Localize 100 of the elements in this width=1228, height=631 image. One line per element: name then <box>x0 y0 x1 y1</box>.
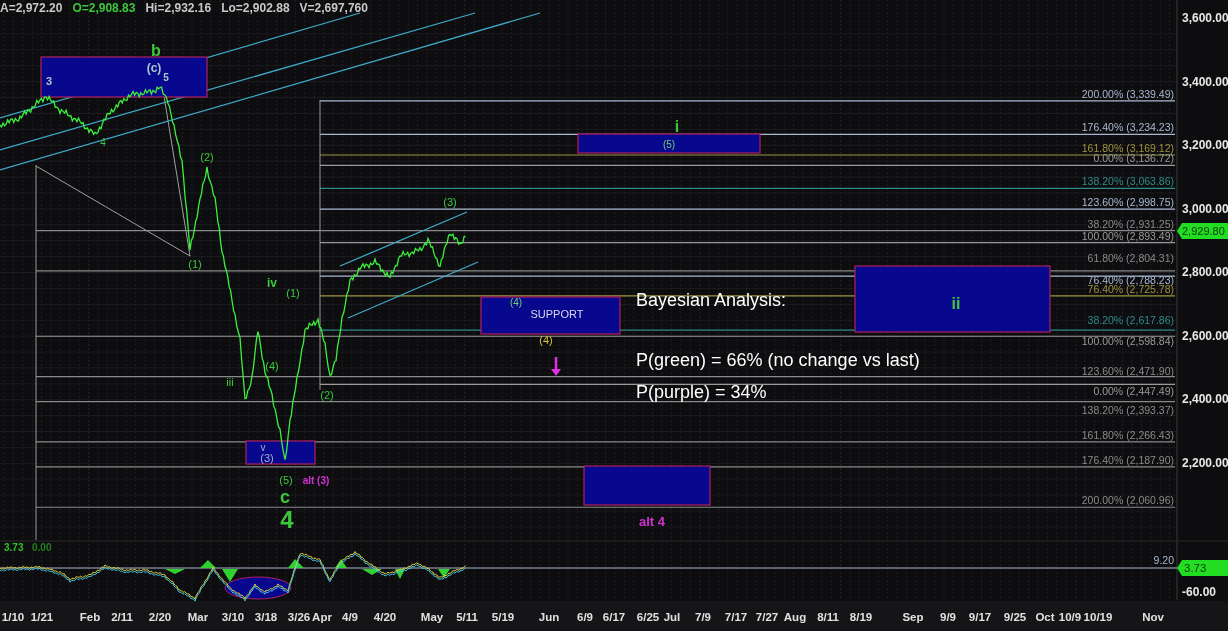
indicator-level-label: 9.20 <box>1153 554 1174 566</box>
wave-label: c <box>280 487 290 507</box>
level-label: 123.60% (2,471.90) <box>1081 364 1174 377</box>
wave-label: i <box>674 118 680 135</box>
wave-label: (3) <box>443 196 457 208</box>
quote-value: A=2,972.20 <box>0 1 63 15</box>
last-price-tag: 2,929.80 <box>1177 223 1228 240</box>
quote-value: Hi=2,932.16 <box>145 1 212 15</box>
zone-label: (5) <box>662 139 676 150</box>
time-axis-label: 9/25 <box>1003 611 1027 623</box>
level-label: 61.80% (2,804.31) <box>1087 251 1174 264</box>
time-axis-label: 6/17 <box>602 611 626 623</box>
wave-label: (5) <box>279 474 293 486</box>
quote-value: V=2,697,760 <box>299 1 368 15</box>
time-axis-label: 7/17 <box>724 611 748 623</box>
wave-label: 4 <box>100 137 106 148</box>
wave-label: (2) <box>320 389 334 401</box>
level-label: 0.00% (2,447.49) <box>1093 385 1174 398</box>
price-axis-label: 2,400.00 <box>1182 392 1228 407</box>
time-axis-label: 4/20 <box>373 611 397 623</box>
wave-label: 5 <box>163 72 169 83</box>
zone-label: ii <box>951 295 961 312</box>
time-axis-label: 7/9 <box>695 611 711 623</box>
time-axis-label: 6/25 <box>636 611 660 623</box>
wave-label: alt (3) <box>302 475 330 486</box>
price-axis-label: 3,200.00 <box>1182 138 1228 153</box>
time-axis-label: Aug <box>783 611 807 623</box>
time-axis-label: 10/19 <box>1083 611 1113 623</box>
time-axis-label: 9/17 <box>968 611 992 623</box>
time-axis-label: 8/19 <box>849 611 873 623</box>
wave-label: b <box>151 42 161 59</box>
level-label: 100.00% (2,598.84) <box>1081 335 1174 348</box>
wave-label: iv <box>267 276 277 290</box>
time-axis-label: 8/11 <box>817 611 839 623</box>
time-axis-label: 5/11 <box>456 611 478 623</box>
time-axis-label: 7/27 <box>755 611 779 623</box>
time-axis-label: 6/9 <box>577 611 593 623</box>
wave-label: iii <box>226 376 234 388</box>
time-axis-label: 5/19 <box>491 611 515 623</box>
level-label: 200.00% (3,339.49) <box>1081 87 1174 100</box>
zone-label: SUPPORT <box>530 308 584 320</box>
time-axis-label: Jun <box>538 611 560 623</box>
indicator-value: 3.73 <box>4 542 24 553</box>
wave-label: (4) <box>539 334 553 346</box>
level-label: 176.40% (2,187.90) <box>1081 453 1174 466</box>
price-axis-label: 3,600.00 <box>1182 11 1228 25</box>
indicator-value-tag: 3.73 <box>1177 560 1228 576</box>
wave-label: (4) <box>265 360 279 372</box>
time-axis-label: Apr <box>312 611 332 623</box>
oscillator-highlight-drawing <box>224 576 292 600</box>
level-label: 38.20% (2,617.86) <box>1087 314 1174 327</box>
level-label: 161.80% (2,266.43) <box>1081 428 1174 441</box>
time-axis-label: 4/9 <box>342 611 358 623</box>
time-axis-label: 3/26 <box>287 611 311 623</box>
quote-value: Lo=2,902.88 <box>221 1 290 15</box>
price-axis-label: 3,000.00 <box>1182 201 1228 216</box>
time-axis-label: Feb <box>79 611 101 623</box>
wave-label: (c) <box>146 61 162 75</box>
time-axis-label: 10/9 <box>1058 611 1082 623</box>
wave-label: (1) <box>286 287 300 299</box>
level-label: 100.00% (2,893.49) <box>1081 229 1174 242</box>
time-axis-label: 3/18 <box>254 611 278 623</box>
level-label: 161.80% (3,169.12) <box>1081 142 1174 154</box>
wave-label: 3 <box>45 75 53 87</box>
level-label: 38.20% (2,931.25) <box>1087 217 1174 230</box>
time-axis-label: 2/20 <box>148 611 172 623</box>
price-axis-label: 3,400.00 <box>1182 74 1228 89</box>
wave-label: 4 <box>280 506 294 533</box>
time-axis-label: 3/10 <box>221 611 245 623</box>
zone-label: v <box>260 442 266 453</box>
price-axis-label: 2,800.00 <box>1182 265 1228 280</box>
down-arrow-icon <box>551 357 561 376</box>
time-axis-label: Jul <box>663 611 681 623</box>
zone-label: (4) <box>509 297 523 308</box>
level-label: 138.20% (2,393.37) <box>1081 403 1174 416</box>
level-label: 138.20% (3,063.86) <box>1081 175 1174 188</box>
analysis-title: Bayesian Analysis: <box>636 290 787 310</box>
time-axis-label: Oct <box>1035 611 1055 623</box>
zone-box <box>245 440 316 465</box>
indicator-value: 0.00 <box>32 542 52 553</box>
wave-label: (2) <box>200 151 214 163</box>
zone-label: (3) <box>260 452 274 464</box>
probability-text: P(green) = 66% (no change vs last) <box>636 350 920 370</box>
time-axis-label: May <box>420 611 444 623</box>
time-axis-label: 1/10 <box>1 611 25 623</box>
quote-value: O=2,908.83 <box>72 1 136 15</box>
level-label: 123.60% (2,998.75) <box>1081 196 1174 209</box>
wave-label: (1) <box>188 258 202 270</box>
time-axis-label: Mar <box>187 611 209 623</box>
time-axis-label: Nov <box>1142 611 1164 623</box>
time-axis-label: 1/21 <box>30 611 54 623</box>
level-label: 200.00% (2,060.96) <box>1081 494 1174 507</box>
price-axis-label: 2,200.00 <box>1182 456 1228 471</box>
level-label: 176.40% (3,234.23) <box>1081 121 1174 134</box>
price-axis-label: 2,600.00 <box>1182 328 1228 343</box>
indicator-axis-label: -60.00 <box>1182 585 1217 599</box>
probability-text: P(purple) = 34% <box>636 382 767 402</box>
time-axis-label: 9/9 <box>940 611 956 623</box>
wave-label: alt 4 <box>639 514 665 529</box>
time-axis-label: 2/11 <box>111 611 133 623</box>
